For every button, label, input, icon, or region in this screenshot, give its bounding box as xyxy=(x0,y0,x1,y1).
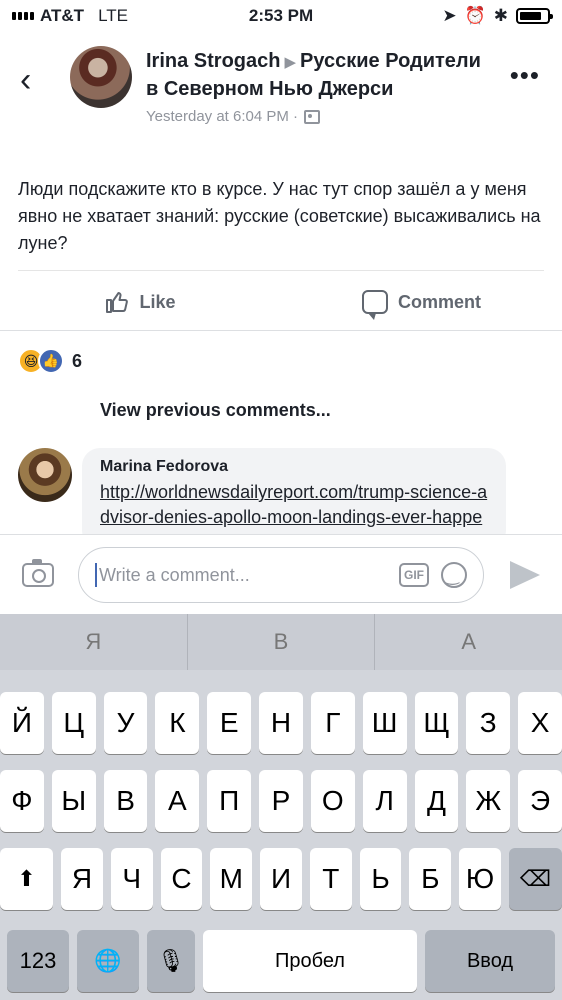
key[interactable]: Э xyxy=(518,770,562,832)
key[interactable]: Б xyxy=(409,848,452,910)
signal-icon xyxy=(12,12,34,20)
emoji-icon[interactable] xyxy=(441,562,467,588)
post-header: ‹ Irina Strogach ▶ Русские Родители в Севе… xyxy=(0,40,562,160)
comment-input[interactable]: Write a comment... GIF xyxy=(78,547,484,603)
gif-button[interactable]: GIF xyxy=(399,563,429,587)
key[interactable]: Ф xyxy=(0,770,44,832)
camera-icon[interactable] xyxy=(22,559,54,587)
keyboard-row-2: Ф Ы В А П Р О Л Д Ж Э xyxy=(0,770,562,832)
text-caret xyxy=(95,563,97,587)
key[interactable]: Ц xyxy=(51,692,96,754)
thumbs-up-icon xyxy=(106,292,129,313)
key[interactable]: Ь xyxy=(359,848,402,910)
key[interactable]: П xyxy=(207,770,252,832)
suggestion-bar: Я В А xyxy=(0,614,562,670)
numbers-key[interactable]: 123 xyxy=(7,930,69,992)
key[interactable]: Ш xyxy=(362,692,407,754)
key[interactable]: У xyxy=(103,692,148,754)
key[interactable]: Л xyxy=(362,770,407,832)
key[interactable]: Ж xyxy=(466,770,511,832)
key[interactable]: Ы xyxy=(51,770,96,832)
key[interactable]: Г xyxy=(310,692,355,754)
microphone-icon[interactable]: 🎙 xyxy=(147,930,195,992)
key[interactable]: А xyxy=(155,770,200,832)
header-text: Irina Strogach ▶ Русские Родители в Северн… xyxy=(146,48,486,125)
back-button[interactable]: ‹ xyxy=(20,62,50,98)
reaction-count: 6 xyxy=(72,350,83,371)
comment-composer: Write a comment... GIF xyxy=(0,534,562,614)
post-text: Люди подскажите кто в курсе. У нас тут с… xyxy=(18,179,541,253)
status-right: ➤ ⏰ ✱ xyxy=(350,6,553,26)
comment-label: Comment xyxy=(397,291,481,312)
key[interactable]: К xyxy=(155,692,200,754)
status-bar: AT&T LTE 2:53 PM ➤ ⏰ ✱ xyxy=(0,0,562,32)
more-options-button[interactable]: ••• xyxy=(510,60,540,91)
like-reaction-icon: 👍 xyxy=(38,348,64,374)
backspace-key-icon[interactable]: ⌫ xyxy=(508,848,562,910)
like-button[interactable]: Like xyxy=(0,276,281,328)
like-label: Like xyxy=(139,291,176,312)
post-meta: Yesterday at 6:04 PM · xyxy=(146,108,486,125)
keyboard: Я В А Й Ц У К Е Н Г Ш Щ З Х Ф Ы В А П Р … xyxy=(0,614,562,1000)
key[interactable]: О xyxy=(310,770,355,832)
key[interactable]: В xyxy=(103,770,148,832)
suggestion-2[interactable]: В xyxy=(188,614,376,670)
comment-author[interactable]: Marina Fedorova xyxy=(100,458,488,476)
key[interactable]: С xyxy=(160,848,203,910)
keyboard-row-4: 123 🌐 🎙 Пробел Ввод xyxy=(0,930,562,992)
battery-icon xyxy=(516,8,553,24)
suggestion-1[interactable]: Я xyxy=(0,614,188,670)
key[interactable]: Е xyxy=(207,692,252,754)
divider xyxy=(18,270,544,271)
comment-icon xyxy=(361,290,388,320)
post-actions: Like Comment xyxy=(0,276,562,328)
key[interactable]: Н xyxy=(259,692,303,754)
reactions-summary[interactable]: 😆 👍 6 xyxy=(18,348,82,374)
network-label: LTE xyxy=(98,6,128,25)
keyboard-row-1: Й Ц У К Е Н Г Ш Щ З Х xyxy=(0,692,562,754)
key[interactable]: Ч xyxy=(110,848,153,910)
key[interactable]: Ю xyxy=(459,848,501,910)
comment-item: Marina Fedorova http://worldnewsdailyrep… xyxy=(18,448,518,534)
author-name[interactable]: Irina Strogach xyxy=(146,50,280,72)
key[interactable]: Й xyxy=(0,692,44,754)
clock: 2:53 PM xyxy=(248,6,314,25)
key[interactable]: Т xyxy=(309,848,352,910)
space-key[interactable]: Пробел xyxy=(203,930,417,992)
suggestion-3[interactable]: А xyxy=(375,614,562,670)
group-privacy-icon xyxy=(304,109,321,124)
key[interactable]: Д xyxy=(414,770,459,832)
view-previous-comments[interactable]: View previous comments... xyxy=(100,400,331,421)
key[interactable]: Х xyxy=(518,692,562,754)
key[interactable]: Щ xyxy=(414,692,459,754)
key[interactable]: Я xyxy=(61,848,103,910)
key[interactable]: И xyxy=(260,848,302,910)
arrow-right-icon: ▶ xyxy=(284,54,297,71)
send-icon[interactable] xyxy=(510,561,540,589)
globe-icon[interactable]: 🌐 xyxy=(77,930,139,992)
comment-placeholder: Write a comment... xyxy=(99,564,250,585)
commenter-avatar[interactable] xyxy=(18,448,72,502)
status-left: AT&T LTE xyxy=(12,6,212,26)
post-timestamp[interactable]: Yesterday at 6:04 PM · xyxy=(146,108,298,125)
bluetooth-icon: ✱ xyxy=(493,6,508,25)
carrier-label: AT&T xyxy=(40,6,85,25)
comment-button[interactable]: Comment xyxy=(281,276,562,328)
section-divider xyxy=(0,330,562,331)
author-avatar[interactable] xyxy=(70,46,132,108)
keyboard-row-3: ⬆ Я Ч С М И Т Ь Б Ю ⌫ xyxy=(0,848,562,910)
alarm-icon: ⏰ xyxy=(464,6,486,25)
location-icon: ➤ xyxy=(442,6,457,25)
key[interactable]: М xyxy=(210,848,253,910)
key[interactable]: З xyxy=(466,692,511,754)
post-title: Irina Strogach ▶ Русские Родители в Северн… xyxy=(146,48,486,102)
comment-link[interactable]: http://worldnewsdailyreport.com/trump-sc… xyxy=(100,480,488,534)
comment-bubble: Marina Fedorova http://worldnewsdailyrep… xyxy=(82,448,506,534)
enter-key[interactable]: Ввод xyxy=(425,930,555,992)
key[interactable]: Р xyxy=(259,770,303,832)
shift-key-icon[interactable]: ⬆ xyxy=(0,848,54,910)
